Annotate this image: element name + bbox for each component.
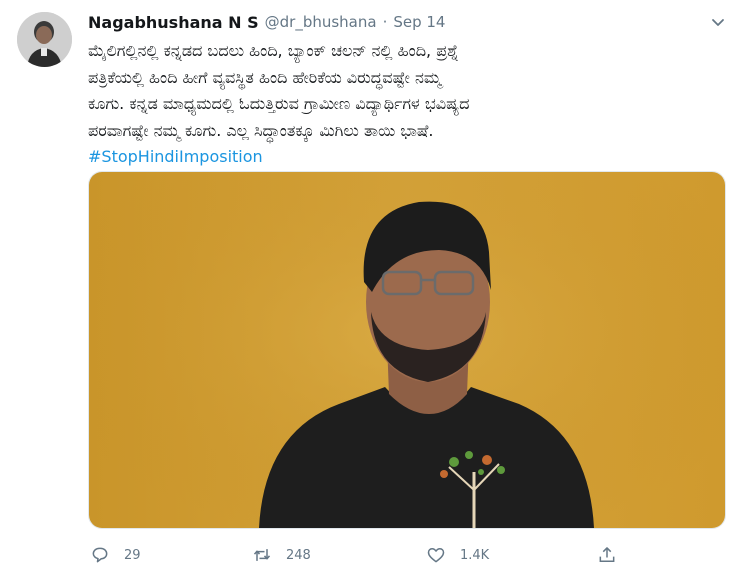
hashtag-link[interactable]: #StopHindiImposition bbox=[88, 144, 728, 171]
tweet-text-line: ಪರವಾಗಷ್ಟೇ ನಮ್ಮ ಕೂಗು. ಎಲ್ಲ ಸಿದ್ಧಾಂತಕ್ಕೂ ಮ… bbox=[88, 120, 434, 140]
photo-image bbox=[89, 172, 725, 528]
avatar[interactable] bbox=[17, 12, 72, 67]
tweet-text: ಮೈಲಿಗಲ್ಲಿನಲ್ಲಿ ಕನ್ನಡದ ಬದಲು ಹಿಂದಿ, ಬ್ಯಾಂಕ… bbox=[88, 38, 728, 171]
tweet-card[interactable]: Nagabhushana N S @dr_bhushana · Sep 14 ಮ… bbox=[0, 0, 746, 574]
share-upload-icon bbox=[595, 543, 619, 567]
share-button[interactable] bbox=[595, 540, 619, 570]
author-handle[interactable]: @dr_bhushana bbox=[265, 13, 377, 31]
like-button[interactable]: 1.4K bbox=[424, 540, 489, 570]
tweet-text-line: ಮೈಲಿಗಲ್ಲಿನಲ್ಲಿ ಕನ್ನಡದ ಬದಲು ಹಿಂದಿ, ಬ್ಯಾಂಕ… bbox=[88, 41, 459, 60]
avatar-photo bbox=[17, 12, 72, 67]
retweet-button[interactable]: 248 bbox=[250, 540, 311, 570]
retweet-arrows-icon bbox=[250, 543, 274, 567]
like-count: 1.4K bbox=[460, 547, 490, 563]
tweet-header: Nagabhushana N S @dr_bhushana · Sep 14 bbox=[88, 10, 736, 34]
heart-icon bbox=[424, 543, 448, 567]
retweet-count: 248 bbox=[286, 547, 311, 563]
author-name[interactable]: Nagabhushana N S bbox=[88, 13, 259, 32]
tweet-date[interactable]: Sep 14 bbox=[393, 13, 445, 31]
tweet-text-line: ಕೂಗು. ಕನ್ನಡ ಮಾಧ್ಯಮದಲ್ಲಿ ಓದುತ್ತಿರುವ ಗ್ರಾಮ… bbox=[88, 94, 470, 113]
separator-dot: · bbox=[382, 13, 388, 31]
tweet-photo[interactable] bbox=[88, 171, 726, 529]
tweet-actions: 29 248 1.4K bbox=[88, 540, 648, 570]
chevron-down-icon[interactable] bbox=[708, 12, 728, 32]
tweet-text-line: ಪತ್ರಿಕೆಯಲ್ಲಿ ಹಿಂದಿ ಹೀಗೆ ವ್ಯವಸ್ಥಿತ ಹಿಂದಿ … bbox=[88, 67, 442, 87]
reply-count: 29 bbox=[124, 547, 141, 563]
speech-bubble-icon bbox=[88, 543, 112, 567]
reply-button[interactable]: 29 bbox=[88, 540, 141, 570]
